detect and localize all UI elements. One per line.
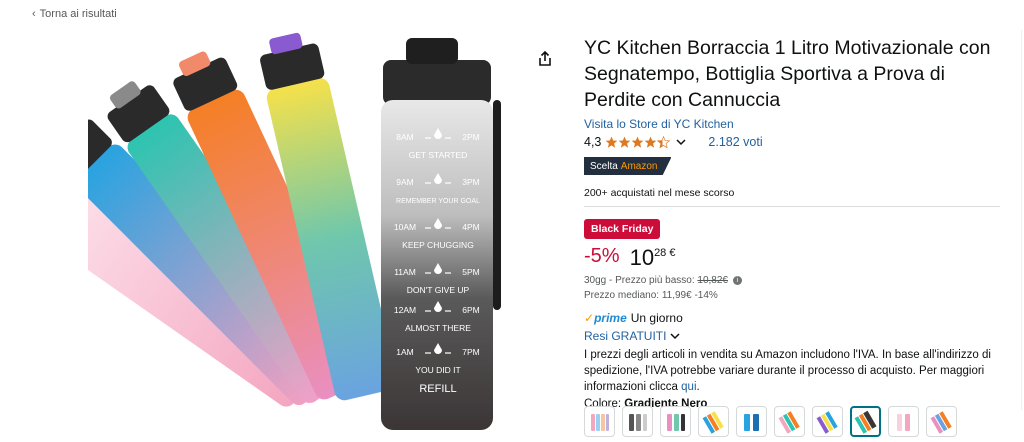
price-fraction: 28 € [654,247,676,259]
svg-text:YOU DID IT: YOU DID IT [415,365,460,375]
ratings-count-link[interactable]: 2.182 voti [708,135,762,149]
color-swatch[interactable] [622,406,653,437]
svg-text:2PM: 2PM [462,132,479,142]
discount-percent: -5% [584,245,620,267]
svg-text:8AM: 8AM [396,132,413,142]
svg-text:11AM: 11AM [394,267,416,277]
chevron-down-icon [670,333,680,340]
prime-logo: prime [594,311,627,325]
color-swatch[interactable] [584,406,615,437]
share-icon[interactable] [536,50,554,68]
product-title: YC Kitchen Borraccia 1 Litro Motivaziona… [584,37,991,111]
prime-delivery: ✓ prime Un giorno [584,311,1000,325]
lowest-price-label: 30gg - Prezzo più basso: [584,275,698,286]
rating-row: 4,3 2.182 voti [584,135,1000,149]
color-swatches [584,406,957,437]
svg-text:10AM: 10AM [394,222,416,232]
star-icon [645,136,657,148]
price-whole: 10 [629,245,655,270]
choice-label: Scelta [590,160,618,172]
rating-stars[interactable] [605,135,671,149]
color-swatch[interactable] [660,406,691,437]
star-icon [632,136,644,148]
free-returns-link[interactable]: Resi GRATUITI [584,329,1000,343]
color-swatch[interactable] [812,406,843,437]
svg-text:3PM: 3PM [462,177,479,187]
color-swatch[interactable] [736,406,767,437]
star-icon [619,136,631,148]
choice-brand: Amazon [620,160,658,172]
product-info: YC Kitchen Borraccia 1 Litro Motivaziona… [584,35,1000,410]
back-to-results-link[interactable]: ‹ Torna ai risultati [32,8,117,20]
svg-text:GET STARTED: GET STARTED [409,150,468,160]
vat-text: I prezzi degli articoli in vendita su Am… [584,349,991,393]
svg-text:7PM: 7PM [462,347,479,357]
svg-text:9AM: 9AM [396,177,413,187]
bought-count: 200+ acquistati nel mese scorso [584,187,735,199]
front-bottle: 8AM 2PM GET STARTED 9AM 3PM REMEMBER YOUR … [381,38,501,430]
prime-delivery-text: Un giorno [630,311,683,325]
free-returns-label: Resi GRATUITI [584,329,667,343]
prime-check-icon: ✓ [584,311,595,325]
svg-text:ALMOST THERE: ALMOST THERE [405,323,471,333]
deal-badge: Black Friday [584,219,661,239]
vat-end: . [696,381,700,393]
rating-value: 4,3 [584,135,602,149]
svg-text:REMEMBER YOUR GOAL: REMEMBER YOUR GOAL [396,198,480,205]
product-image[interactable]: 8AM 2PM GET STARTED 9AM 3PM REMEMBER YOUR … [88,30,518,440]
median-price: Prezzo mediano: 11,99€ -14% [584,290,718,301]
svg-text:REFILL: REFILL [419,383,456,395]
svg-text:DON'T GIVE UP: DON'T GIVE UP [407,285,470,295]
store-link[interactable]: Visita lo Store di YC Kitchen [584,117,1000,131]
svg-text:1AM: 1AM [396,347,413,357]
lowest-price-value: 10,82€ [697,275,728,286]
chevron-down-icon[interactable] [676,137,686,147]
vat-notice: I prezzi degli articoli in vendita su Am… [584,347,1000,395]
star-icon [606,136,618,148]
svg-text:KEEP CHUGGING: KEEP CHUGGING [402,240,474,250]
color-swatch[interactable] [698,406,729,437]
color-swatch[interactable] [926,406,957,437]
lowest-price-info: 30gg - Prezzo più basso: 10,82€ i [584,275,1000,286]
divider [1021,30,1022,410]
divider [584,206,1000,207]
half-star-icon [657,135,671,148]
chevron-left-icon: ‹ [32,8,36,20]
svg-text:6PM: 6PM [462,305,479,315]
color-swatch-selected[interactable] [850,406,881,437]
amazon-choice-badge: Scelta Amazon [584,157,672,175]
color-swatch[interactable] [774,406,805,437]
svg-text:5PM: 5PM [462,267,479,277]
color-swatch[interactable] [888,406,919,437]
vat-link[interactable]: qui [681,381,696,393]
info-icon[interactable]: i [732,275,742,285]
svg-text:4PM: 4PM [462,222,479,232]
price-row: -5% 10 28 € [584,245,1000,271]
svg-text:12AM: 12AM [394,305,416,315]
back-to-results-label: Torna ai risultati [39,8,117,20]
